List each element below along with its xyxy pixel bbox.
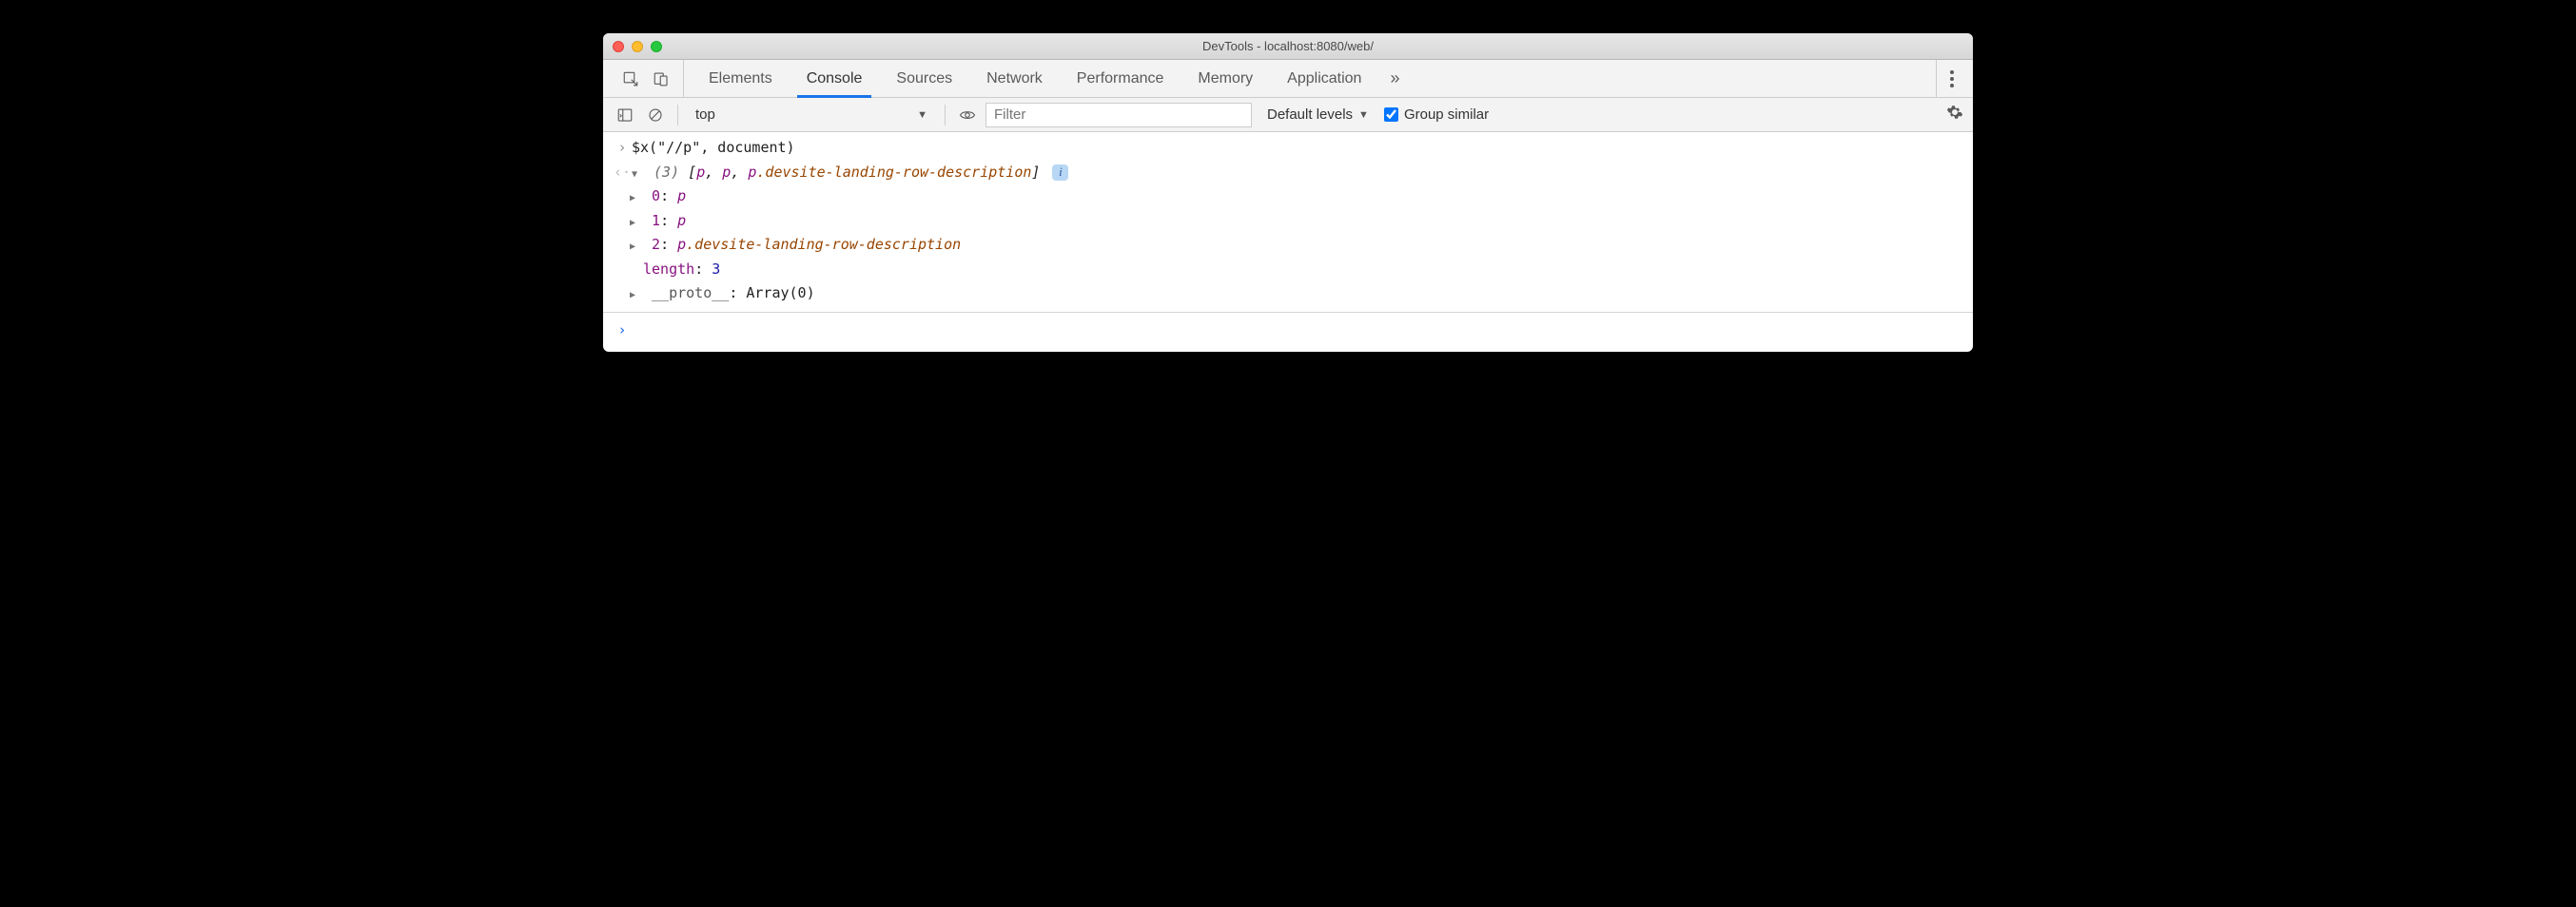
tab-application[interactable]: Application <box>1270 60 1378 97</box>
tab-console[interactable]: Console <box>790 60 880 97</box>
tabbar: Elements Console Sources Network Perform… <box>603 60 1973 98</box>
show-console-sidebar-icon[interactable] <box>613 103 637 127</box>
array-entry[interactable]: 0: p <box>603 184 1973 209</box>
group-similar-label: Group similar <box>1404 106 1489 123</box>
tab-icons-left <box>609 60 684 97</box>
expand-icon[interactable] <box>630 233 643 258</box>
info-icon[interactable]: i <box>1052 164 1068 181</box>
live-expression-icon[interactable] <box>955 103 980 127</box>
levels-label: Default levels <box>1267 106 1353 123</box>
expand-icon[interactable] <box>630 281 643 306</box>
proto-property[interactable]: __proto__: Array(0) <box>603 281 1973 306</box>
console-output-summary[interactable]: (3) [p, p, p.devsite-landing-row-descrip… <box>632 161 1963 185</box>
console-prompt-row[interactable]: › <box>603 313 1973 353</box>
expand-icon[interactable] <box>630 184 643 209</box>
console-prompt-input[interactable] <box>632 318 1963 343</box>
clear-console-icon[interactable] <box>643 103 668 127</box>
console-input-row: › $x("//p", document) <box>603 136 1973 161</box>
tab-performance[interactable]: Performance <box>1060 60 1181 97</box>
tab-sources[interactable]: Sources <box>879 60 969 97</box>
console-toolbar: top ▼ Default levels ▼ Group similar <box>603 98 1973 132</box>
settings-menu-icon[interactable] <box>1936 60 1967 97</box>
input-prompt-icon: › <box>613 136 632 161</box>
gear-icon[interactable] <box>1946 104 1963 125</box>
group-similar-checkbox[interactable] <box>1384 107 1398 122</box>
tab-network[interactable]: Network <box>969 60 1060 97</box>
tab-elements[interactable]: Elements <box>692 60 790 97</box>
window-title: DevTools - localhost:8080/web/ <box>603 39 1973 53</box>
array-count: (3) <box>654 164 679 181</box>
length-property: length: 3 <box>603 258 1973 282</box>
tabs-overflow[interactable]: » <box>1378 60 1411 97</box>
expand-icon[interactable] <box>630 209 643 234</box>
console-output-row: ‹· (3) [p, p, p.devsite-landing-row-desc… <box>603 161 1973 185</box>
inspect-element-icon[interactable] <box>618 67 643 91</box>
chevron-down-icon: ▼ <box>917 109 927 121</box>
log-levels-selector[interactable]: Default levels ▼ <box>1258 106 1378 123</box>
array-entry[interactable]: 1: p <box>603 209 1973 234</box>
titlebar: DevTools - localhost:8080/web/ <box>603 33 1973 60</box>
device-toolbar-icon[interactable] <box>649 67 673 91</box>
close-button[interactable] <box>613 41 624 52</box>
expand-icon[interactable] <box>632 161 645 185</box>
maximize-button[interactable] <box>651 41 662 52</box>
context-label: top <box>695 106 715 123</box>
tabs: Elements Console Sources Network Perform… <box>684 60 1411 97</box>
console-input-text: $x("//p", document) <box>632 136 1963 161</box>
array-entry[interactable]: 2: p.devsite-landing-row-description <box>603 233 1973 258</box>
devtools-window: DevTools - localhost:8080/web/ Elements … <box>603 33 1973 352</box>
output-arrow-icon: ‹· <box>613 161 632 185</box>
context-selector[interactable]: top ▼ <box>688 103 935 127</box>
filter-input[interactable] <box>986 103 1252 127</box>
prompt-icon: › <box>613 318 632 343</box>
console-body: › $x("//p", document) ‹· (3) [p, p, p.de… <box>603 132 1973 352</box>
minimize-button[interactable] <box>632 41 643 52</box>
traffic-lights <box>603 41 662 52</box>
group-similar-toggle[interactable]: Group similar <box>1384 106 1489 123</box>
tab-memory[interactable]: Memory <box>1181 60 1270 97</box>
chevron-down-icon: ▼ <box>1358 109 1369 121</box>
